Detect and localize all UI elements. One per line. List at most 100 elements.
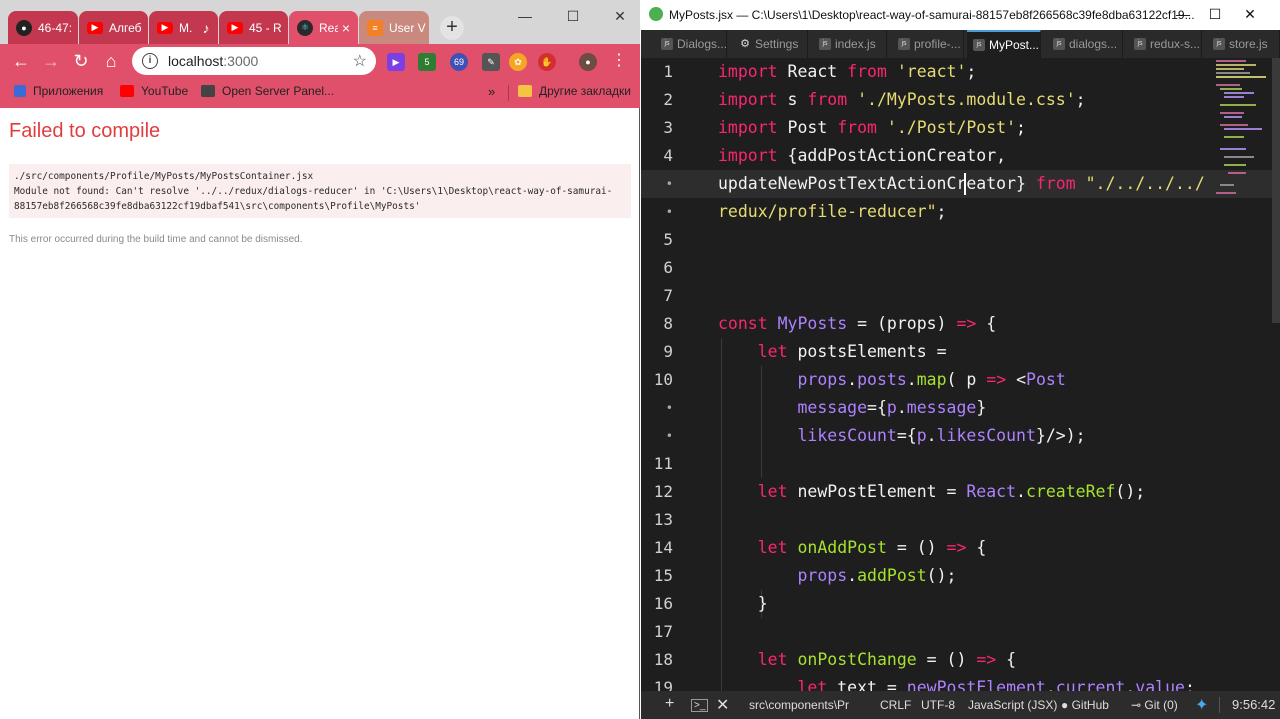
minimap-line (1220, 88, 1242, 90)
code-line: 18 let onPostChange = () => { (641, 646, 1280, 674)
close-window-icon[interactable]: ✕ (605, 8, 635, 25)
code-editor[interactable]: 1 import React from 'react'; 2 import s fr… (641, 58, 1280, 691)
file-encoding[interactable]: UTF-8 (921, 698, 955, 712)
bookmark-youtube[interactable]: YouTube (120, 84, 188, 98)
error-line: ./src/components/Profile/MyPosts/MyPosts… (14, 171, 314, 182)
code-line: • likesCount={p.likesCount}/>); (641, 422, 1280, 450)
bird-icon[interactable]: ✦ (1195, 695, 1208, 715)
folder-icon (518, 85, 532, 97)
browser-tab-user[interactable]: ≡ User V (359, 11, 429, 44)
line-number: 11 (653, 454, 673, 473)
home-icon[interactable]: ⌂ (100, 50, 122, 72)
reload-icon[interactable]: ↻ (70, 50, 92, 72)
divider (1219, 697, 1220, 713)
tab-dialogs[interactable]: js Dialogs... (655, 30, 727, 58)
line-number: 7 (663, 286, 673, 305)
minimap-line (1224, 156, 1254, 158)
maximize-icon[interactable]: ☐ (1200, 6, 1230, 23)
line-number: 9 (663, 342, 673, 361)
github-label: GitHub (1071, 698, 1109, 712)
close-icon[interactable]: ✕ (716, 695, 729, 715)
github-button[interactable]: ● GitHub (1061, 698, 1109, 712)
git-button[interactable]: ⊸ Git (0) (1131, 698, 1178, 712)
site-info-icon[interactable]: i (142, 53, 158, 69)
tab-myposts-active[interactable]: js MyPost... (967, 30, 1041, 58)
minimap-line (1224, 136, 1244, 138)
browser-tab-45[interactable]: ▶ 45 - R (219, 11, 288, 44)
minimap-line (1216, 72, 1250, 74)
page-content: Failed to compile ./src/components/Profi… (0, 108, 639, 719)
youtube-icon: ▶ (157, 21, 173, 34)
tab-label: index.js (835, 37, 876, 51)
bookmark-star-icon[interactable]: ☆ (353, 51, 367, 71)
back-icon[interactable]: ← (10, 50, 32, 72)
code-line: 17 (641, 618, 1280, 646)
clock: 9:56:42 (1232, 697, 1276, 712)
file-path[interactable]: src\components\Pr (749, 698, 849, 712)
js-file-icon: js (1134, 38, 1146, 50)
line-number: • (665, 177, 673, 191)
browser-tab-algebra[interactable]: ▶ Алгеб (79, 11, 148, 44)
terminal-icon[interactable]: >_ (691, 699, 709, 712)
line-number: 8 (663, 314, 673, 333)
js-file-icon: js (661, 38, 673, 50)
code-text: import s from './MyPosts.module.css'; (718, 90, 1086, 109)
code-line: 9 let postsElements = (641, 338, 1280, 366)
text-cursor (964, 173, 966, 195)
extension-badge-icon[interactable]: 69 (450, 53, 468, 71)
language-mode[interactable]: JavaScript (JSX) (968, 698, 1057, 712)
code-text: props.addPost(); (797, 566, 957, 585)
bookmark-other[interactable]: Другие закладки (518, 84, 631, 98)
close-tab-icon[interactable]: × (338, 20, 354, 36)
speaker-icon[interactable]: ♪ (198, 20, 214, 36)
line-ending[interactable]: CRLF (880, 698, 911, 712)
add-terminal-icon[interactable]: + (665, 695, 674, 713)
tab-settings[interactable]: ⚙ Settings (733, 30, 808, 58)
avatar[interactable]: ● (579, 53, 597, 71)
git-branch-icon: ⊸ (1131, 698, 1142, 712)
adblock-icon[interactable]: ✋ (538, 53, 556, 71)
browser-tabstrip: ● 46-47: ▶ Алгеб ▶ М. ♪ ▶ 45 - R ⚛ Rea × (0, 0, 640, 44)
line-number: • (665, 205, 673, 219)
minimap-line (1224, 116, 1242, 118)
tab-store[interactable]: js store.js (1207, 30, 1280, 58)
browser-toolbar: ← → ↻ ⌂ i localhost:3000 ☆ ▶ 5 69 ✎ ✿ ✋ … (0, 44, 640, 78)
js-file-icon: js (973, 39, 985, 51)
forward-icon[interactable]: → (40, 50, 62, 72)
code-line: 19 let text = newPostElement.current.val… (641, 674, 1280, 691)
window-title: MyPosts.jsx — C:\Users\1\Desktop\react-w… (669, 8, 1195, 22)
tab-label: Dialogs... (677, 37, 727, 51)
minimap-line (1216, 64, 1256, 66)
tab-profile[interactable]: js profile-... (892, 30, 964, 58)
minimap[interactable] (1214, 58, 1272, 208)
bookmark-apps[interactable]: Приложения (14, 84, 103, 98)
close-window-icon[interactable]: ✕ (1235, 6, 1265, 23)
code-line: • redux/profile-reducer"; (641, 198, 1280, 226)
tab-index[interactable]: js index.js (813, 30, 887, 58)
more-bookmarks-icon[interactable]: » (488, 84, 495, 99)
minimize-icon[interactable]: — (510, 8, 540, 24)
minimap-line (1224, 164, 1246, 166)
gear-icon: ⚙ (740, 38, 750, 50)
extension-badge-icon[interactable]: 5 (418, 53, 436, 71)
page-title: Failed to compile (9, 120, 161, 142)
browser-tab-react-active[interactable]: ⚛ Rea × (289, 11, 358, 44)
vertical-scrollbar[interactable] (1272, 58, 1280, 323)
bookmark-open-server[interactable]: Open Server Panel... (201, 84, 334, 98)
minimize-icon[interactable]: — (1168, 6, 1198, 22)
address-bar[interactable]: i localhost:3000 ☆ (132, 47, 376, 75)
browser-tab-playing[interactable]: ▶ М. ♪ (149, 11, 218, 44)
tab-redux-store[interactable]: js redux-s... (1128, 30, 1202, 58)
extension-icon[interactable]: ✿ (509, 53, 527, 71)
line-number: 15 (653, 566, 673, 585)
tab-dialogs-reducer[interactable]: js dialogs... (1047, 30, 1123, 58)
menu-icon[interactable]: ⋮ (608, 50, 630, 72)
maximize-icon[interactable]: ☐ (558, 8, 588, 25)
new-tab-button[interactable]: + (440, 16, 464, 40)
extension-icon[interactable]: ▶ (387, 53, 405, 71)
code-text: likesCount={p.likesCount}/>); (797, 426, 1086, 445)
tab-label: dialogs... (1069, 37, 1118, 51)
bookmark-label: Другие закладки (539, 84, 631, 98)
browser-tab-github[interactable]: ● 46-47: (8, 11, 78, 44)
eyedropper-icon[interactable]: ✎ (482, 53, 500, 71)
